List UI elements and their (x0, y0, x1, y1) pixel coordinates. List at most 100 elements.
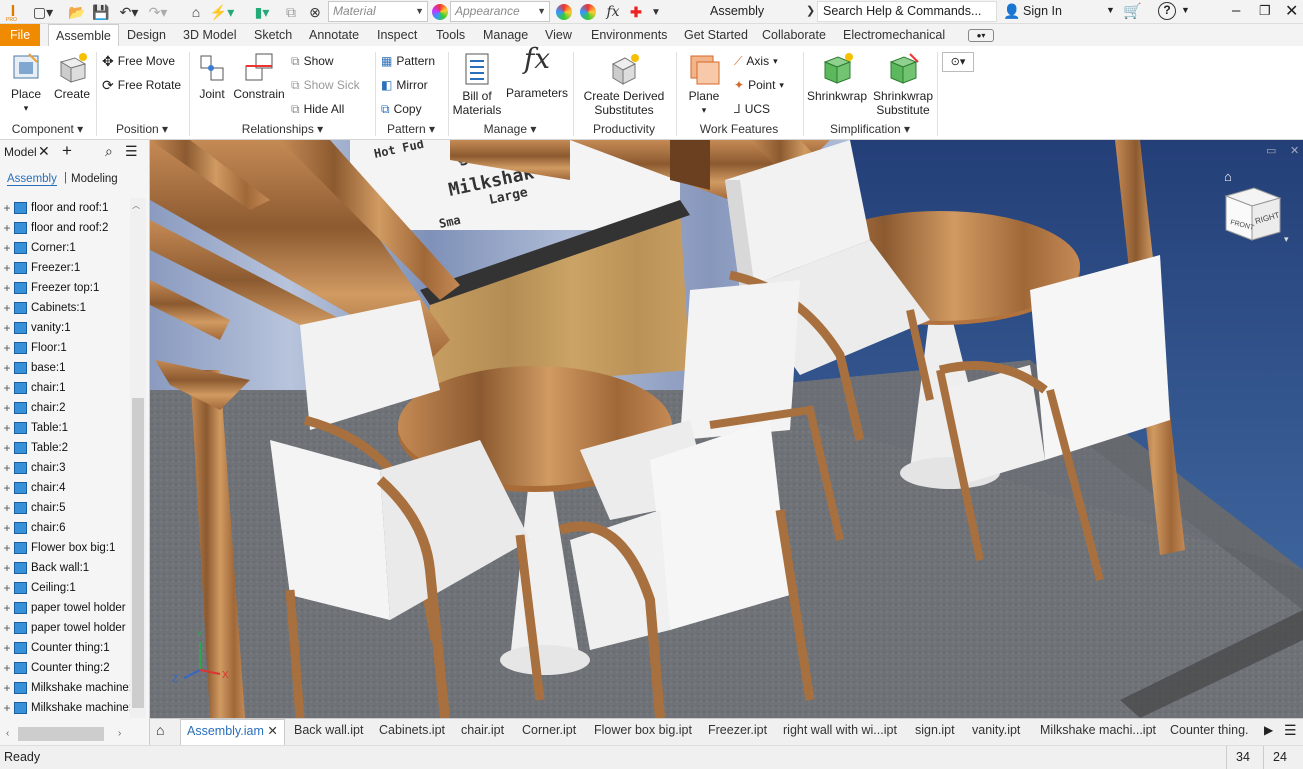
tree-item[interactable]: + paper towel holder (0, 618, 130, 638)
doc-tab[interactable]: Milkshake machi...ipt (1040, 723, 1156, 737)
redo-icon[interactable]: ↷▾ (146, 3, 170, 21)
tree-item[interactable]: + Table:1 (0, 418, 130, 438)
home-icon[interactable]: ⌂ (187, 3, 205, 21)
tree-item[interactable]: + Ceiling:1 (0, 578, 130, 598)
open-icon[interactable]: 📂 (68, 3, 86, 21)
expand-icon[interactable]: + (0, 221, 14, 235)
tree-item[interactable]: + Cabinets:1 (0, 298, 130, 318)
home-icon[interactable]: ⌂ (156, 722, 164, 738)
group-pattern[interactable]: Pattern ▾ (375, 122, 447, 136)
constrain-button[interactable]: Constrain (232, 52, 286, 101)
expand-icon[interactable]: + (0, 441, 14, 455)
clear-appearance-icon[interactable] (580, 4, 596, 20)
tree-item[interactable]: + Flower box big:1 (0, 538, 130, 558)
shrinkwrap-substitute-button[interactable]: Shrinkwrap Substitute (870, 52, 936, 117)
doc-tab[interactable]: Counter thing. (1170, 723, 1262, 737)
customize-icon[interactable]: ▼ (648, 3, 664, 21)
doc-tab[interactable]: chair.ipt (461, 723, 504, 737)
doc-tab[interactable]: vanity.ipt (972, 723, 1020, 737)
menu-icon[interactable]: ☰ (125, 143, 138, 160)
expand-icon[interactable]: + (0, 601, 14, 615)
tab-file[interactable]: File (0, 24, 40, 46)
view-cube[interactable]: FRONT RIGHT ▾ (1218, 184, 1298, 246)
expand-icon[interactable]: + (0, 681, 14, 695)
pattern-button[interactable]: ▦ Pattern (381, 52, 435, 70)
doc-tab[interactable]: sign.ipt (915, 723, 955, 737)
tree-item[interactable]: + chair:6 (0, 518, 130, 538)
scroll-tabs-right-icon[interactable]: ▶ (1264, 723, 1273, 737)
expand-icon[interactable]: + (0, 261, 14, 275)
tab-3d-model[interactable]: 3D Model (176, 24, 244, 46)
tab-assemble[interactable]: Assemble (48, 24, 119, 47)
undo-icon[interactable]: ↶▾ (116, 3, 142, 21)
expand-icon[interactable]: + (0, 361, 14, 375)
tree-scrollbar[interactable]: ︿ (130, 198, 146, 718)
point-button[interactable]: ✦ Point ▾ (734, 76, 784, 94)
cart-icon[interactable]: 🛒 (1123, 2, 1142, 20)
parameters-button[interactable]: fx Parameters (505, 45, 569, 101)
expand-icon[interactable]: + (0, 401, 14, 415)
expand-icon[interactable]: + (0, 541, 14, 555)
tree-item[interactable]: + paper towel holder (0, 598, 130, 618)
close-icon[interactable]: ✕ (1285, 1, 1298, 21)
expand-icon[interactable]: + (0, 501, 14, 515)
close-icon[interactable]: ✕ (267, 724, 277, 738)
fx-icon[interactable]: fx (604, 3, 622, 21)
expand-icon[interactable]: + (0, 201, 14, 215)
adjust-icon[interactable] (556, 4, 572, 20)
close-icon[interactable]: ✕ (38, 143, 50, 160)
show-sick-button[interactable]: ⧉ Show Sick (291, 76, 360, 94)
expand-icon[interactable]: + (0, 661, 14, 675)
sign-in-link[interactable]: Sign In (1023, 4, 1062, 18)
tree-item[interactable]: + chair:1 (0, 378, 130, 398)
doc-tab[interactable]: Freezer.ipt (708, 723, 767, 737)
tab-electromechanical[interactable]: Electromechanical (836, 24, 952, 46)
doc-tab[interactable]: Flower box big.ipt (594, 723, 692, 737)
tree-item[interactable]: + Counter thing:2 (0, 658, 130, 678)
material-combo[interactable]: Material ▼ (328, 1, 428, 22)
free-rotate-button[interactable]: ⟳ Free Rotate (102, 76, 181, 94)
expand-icon[interactable]: + (0, 641, 14, 655)
tree-item[interactable]: + Freezer top:1 (0, 278, 130, 298)
maximize-viewport-icon[interactable]: ▭ (1266, 144, 1276, 157)
add-icon[interactable]: ✚ (628, 3, 644, 21)
tree-item[interactable]: + chair:5 (0, 498, 130, 518)
expand-icon[interactable]: + (0, 341, 14, 355)
shrinkwrap-button[interactable]: Shrinkwrap (806, 52, 868, 103)
appearance-combo[interactable]: Appearance ▼ (450, 1, 550, 22)
doc-tab-active[interactable]: Assembly.iam ✕ (180, 719, 285, 745)
bill-of-materials-button[interactable]: Bill of Materials (452, 52, 502, 117)
tab-sketch[interactable]: Sketch (247, 24, 299, 46)
doc-tab[interactable]: Corner.ipt (522, 723, 576, 737)
help-icon[interactable]: ? (1158, 2, 1176, 20)
expand-icon[interactable]: + (0, 281, 14, 295)
expand-icon[interactable]: + (0, 321, 14, 335)
group-manage[interactable]: Manage ▾ (448, 122, 572, 136)
doc-tab[interactable]: Back wall.ipt (294, 723, 363, 737)
group-relationships[interactable]: Relationships ▾ (189, 122, 376, 136)
tree-item[interactable]: + base:1 (0, 358, 130, 378)
restore-icon[interactable]: ❐ (1259, 3, 1271, 19)
new-icon[interactable]: ▢▾ (32, 3, 54, 21)
free-move-button[interactable]: ✥ Free Move (102, 52, 175, 70)
tree-item[interactable]: + chair:2 (0, 398, 130, 418)
expand-icon[interactable]: + (0, 381, 14, 395)
tab-inspect[interactable]: Inspect (370, 24, 424, 46)
close-viewport-icon[interactable]: ✕ (1290, 144, 1299, 157)
search-input[interactable]: Search Help & Commands... (817, 1, 997, 22)
ucs-button[interactable]: ⅃ UCS (734, 100, 770, 118)
doc-tab[interactable]: right wall with wi...ipt (783, 723, 897, 737)
expand-icon[interactable]: + (0, 241, 14, 255)
search-icon[interactable]: ⌕ (105, 143, 113, 160)
scroll-right-icon[interactable]: › (118, 728, 121, 739)
horizontal-scrollbar-thumb[interactable] (18, 727, 104, 741)
home-view-icon[interactable]: ⌂ (1224, 169, 1232, 184)
create-button[interactable]: Create (52, 52, 92, 101)
tree-item[interactable]: + chair:4 (0, 478, 130, 498)
ribbon-customize-button[interactable]: ⊙▾ (942, 52, 974, 72)
doc-tab[interactable]: Cabinets.ipt (379, 723, 445, 737)
tree-item[interactable]: + chair:3 (0, 458, 130, 478)
tree-item[interactable]: + Table:2 (0, 438, 130, 458)
tab-annotate[interactable]: Annotate (302, 24, 366, 46)
add-icon[interactable]: + (62, 141, 72, 161)
